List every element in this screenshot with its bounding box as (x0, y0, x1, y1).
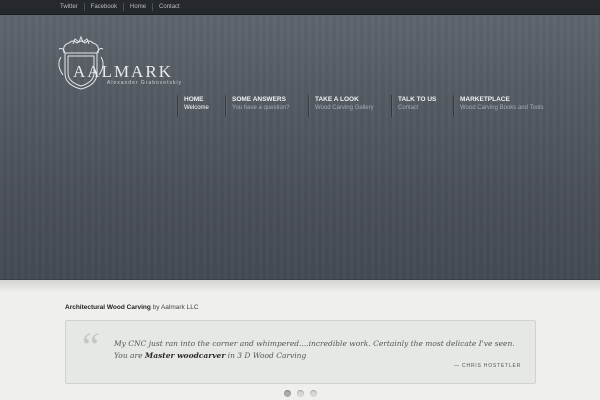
top-links: Twitter Facebook Home Contact (54, 3, 186, 11)
slider-dots (284, 390, 317, 397)
nav-subtitle: Contact (398, 105, 419, 111)
home-link[interactable]: Home (123, 3, 152, 11)
quote-mark-icon: “ (78, 324, 101, 369)
main-nav: HOME Welcome SOME ANSWERS You have a que… (177, 95, 553, 117)
page: Twitter Facebook Home Contact AALMARK Al… (0, 0, 600, 400)
headline-rest: by Aalmark LLC (150, 304, 199, 311)
nav-item-home[interactable]: HOME Welcome (177, 95, 225, 117)
facebook-link[interactable]: Facebook (83, 3, 123, 11)
testimonial-box: “ My CNC just ran into the corner and wh… (65, 320, 536, 384)
testimonial-text-after: in 3 D Wood Carving (225, 351, 307, 360)
nav-subtitle: You have a question? (232, 105, 290, 111)
slider-dot[interactable] (284, 390, 291, 397)
hero-shadow (0, 280, 600, 292)
page-headline: Architectural Wood Carving by Aalmark LL… (65, 304, 199, 311)
nav-subtitle: Welcome (184, 105, 209, 111)
twitter-link[interactable]: Twitter (54, 3, 84, 11)
nav-title: HOME (184, 96, 204, 103)
nav-title: TALK TO US (398, 96, 437, 103)
nav-title: SOME ANSWERS (232, 96, 286, 103)
slider-dot[interactable] (297, 390, 304, 397)
headline-bold: Architectural Wood Carving (65, 304, 151, 311)
nav-item-take-a-look[interactable]: TAKE A LOOK Wood Carving Gallery (308, 95, 391, 117)
site-logo[interactable]: AALMARK Alexander Grabovetskiy (55, 35, 215, 91)
nav-title: TAKE A LOOK (315, 96, 359, 103)
nav-subtitle: Wood Carving Books and Tools (460, 105, 544, 111)
testimonial-author: — CHRIS HOSTETLER (454, 363, 521, 369)
nav-title: MARKETPLACE (460, 96, 510, 103)
testimonial-text-bold: Master woodcarver (144, 351, 226, 360)
nav-subtitle: Wood Carving Gallery (315, 105, 374, 111)
testimonial-text: My CNC just ran into the corner and whim… (114, 338, 524, 362)
nav-item-some-answers[interactable]: SOME ANSWERS You have a question? (225, 95, 308, 117)
logo-brand: AALMARK (73, 62, 173, 81)
nav-item-talk-to-us[interactable]: TALK TO US Contact (391, 95, 453, 117)
top-bar: Twitter Facebook Home Contact (0, 0, 600, 15)
nav-item-marketplace[interactable]: MARKETPLACE Wood Carving Books and Tools (453, 95, 553, 117)
logo-tagline: Alexander Grabovetskiy (107, 80, 183, 86)
contact-link[interactable]: Contact (152, 3, 186, 11)
hero-banner: AALMARK Alexander Grabovetskiy HOME Welc… (0, 15, 600, 280)
slider-dot[interactable] (310, 390, 317, 397)
